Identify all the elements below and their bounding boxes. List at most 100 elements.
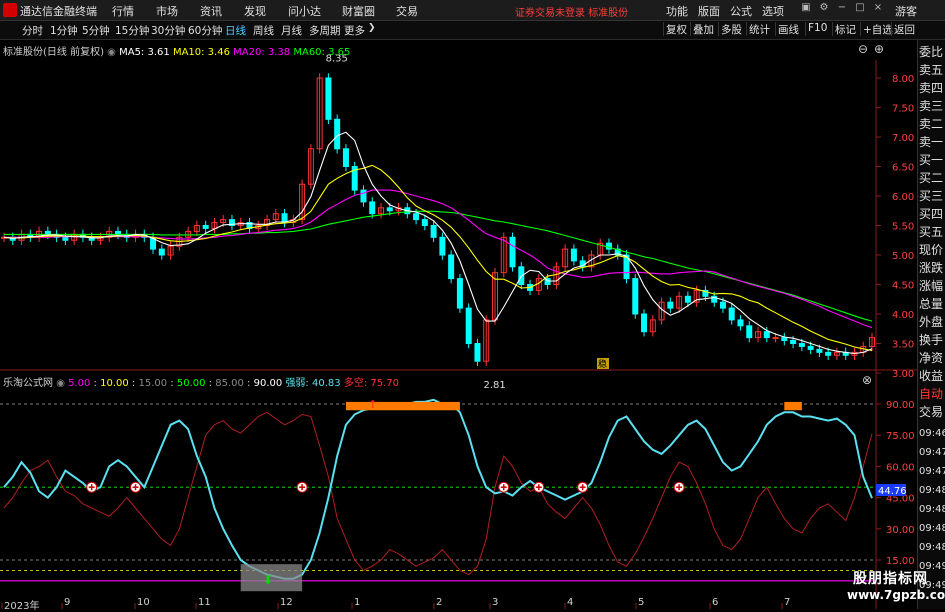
period-60min[interactable]: 60分钟 <box>188 23 222 38</box>
candle-body <box>728 307 735 321</box>
menu-gongneng[interactable]: 功能 <box>666 3 688 19</box>
btn-fanhui[interactable]: 返回 <box>891 22 917 36</box>
zoom-in-icon[interactable]: ⊕ <box>874 42 884 56</box>
kline-legend: 标准股份(日线 前复权) ◉ MA5: 3.61 MA10: 3.46 MA20… <box>3 43 350 58</box>
btn-f10[interactable]: F10 <box>805 22 829 36</box>
cross-signal-icon <box>673 481 685 493</box>
btn-zixuan[interactable]: +自选 <box>860 22 895 36</box>
x-label-3: 11 <box>198 597 211 608</box>
menu-wenxiaoda[interactable]: 问小达 <box>288 3 321 19</box>
indicator-tick-label: 60.00 <box>886 462 915 473</box>
period-more-chevron-icon[interactable]: ❯ <box>368 23 376 33</box>
sidebar-item-20[interactable]: 交易 <box>919 404 945 421</box>
period-monthly[interactable]: 月线 <box>281 23 302 38</box>
period-5min[interactable]: 5分钟 <box>82 23 110 38</box>
period-weekly[interactable]: 周线 <box>253 23 274 38</box>
sidebar-item-19[interactable]: 自动 <box>919 386 945 403</box>
btn-duogu[interactable]: 多股 <box>718 22 744 36</box>
price-tick-label: 6.00 <box>892 192 914 203</box>
price-tick-label: 7.00 <box>892 133 914 144</box>
settings-icon[interactable]: ⚙ <box>818 2 830 16</box>
sidebar-item-7: 买二 <box>919 171 944 185</box>
candle-body <box>325 77 332 120</box>
chart-area[interactable]: 8.35 2.81 稳 8.007.507.006.506.005.505.00… <box>0 40 917 609</box>
app-logo-icon <box>3 3 17 17</box>
menu-hangqing[interactable]: 行情 <box>112 3 134 19</box>
sidebar-item-4: 卖二 <box>919 117 944 131</box>
zoom-out-icon[interactable]: ⊖ <box>858 42 868 56</box>
indicator-tick-label: 90.00 <box>886 400 915 411</box>
price-tick-label: 5.00 <box>892 251 914 262</box>
btn-tongji[interactable]: 统计 <box>746 22 772 36</box>
sidebar-item-1: 卖五 <box>919 63 944 77</box>
btn-fuquan[interactable]: 复权 <box>663 22 689 36</box>
candle-body <box>465 307 472 345</box>
guest-label[interactable]: 游客 <box>895 3 917 19</box>
price-tick-label: 8.00 <box>892 74 914 85</box>
candle-body <box>62 236 69 241</box>
dk-label: 多空: <box>343 378 368 389</box>
candle-body <box>763 331 770 339</box>
period-15min[interactable]: 15分钟 <box>115 23 149 38</box>
candle-body <box>509 236 516 268</box>
ma20-line <box>4 189 873 329</box>
strong-label: 强弱: <box>285 378 309 389</box>
candle-body <box>456 278 463 309</box>
cross-signal-icon <box>577 481 589 493</box>
sidebar-item-3: 卖三 <box>919 99 944 113</box>
period-30min[interactable]: 30分钟 <box>151 23 185 38</box>
menu-banmian[interactable]: 版面 <box>698 3 720 19</box>
dk-value: 75.70 <box>370 378 400 389</box>
indicator-legend: 乐淘公式网 ◉ 5.00 : 10.00 : 15.00 : 50.00 : 8… <box>3 378 400 389</box>
minimize-icon[interactable]: − <box>836 2 848 16</box>
sidebar-time-0: 09:46 <box>919 428 945 439</box>
close-icon[interactable]: × <box>872 2 884 16</box>
menu-shichang[interactable]: 市场 <box>156 3 178 19</box>
indicator-toggle-icon[interactable]: ◉ <box>56 378 65 389</box>
candle-body <box>474 343 481 362</box>
candle-body <box>719 301 726 309</box>
menu-jiaoyi[interactable]: 交易 <box>396 3 418 19</box>
sidebar-item-8: 买三 <box>919 189 944 203</box>
candles <box>1 73 875 366</box>
price-axis: 8.00 7.50 7.00 6.50 6.00 5.50 5.00 4.50 4.00 3.50… <box>876 74 914 380</box>
cross-signal-icon <box>86 481 98 493</box>
candle-body <box>825 351 832 356</box>
period-fenshi[interactable]: 分时 <box>22 23 43 38</box>
indicator-name: 乐淘公式网 <box>3 378 53 389</box>
menu-gongshi[interactable]: 公式 <box>730 3 752 19</box>
candle-body <box>737 319 744 327</box>
candle-body <box>202 225 209 229</box>
x-label-7: 3 <box>492 597 499 608</box>
x-label-4: 12 <box>280 597 293 608</box>
maximize-icon[interactable]: □ <box>854 2 866 16</box>
period-more[interactable]: 更多 <box>344 23 365 38</box>
period-1min[interactable]: 1分钟 <box>50 23 78 38</box>
btn-diejia[interactable]: 叠加 <box>690 22 716 36</box>
menu-xuanxiang[interactable]: 选项 <box>762 3 784 19</box>
candle-body <box>798 343 805 347</box>
candle-body <box>641 313 648 333</box>
stable-marker: 稳 <box>598 358 607 370</box>
stock-name-legend: 标准股份(日线 前复权) <box>3 47 104 58</box>
current-value: 44.76 <box>878 486 907 497</box>
login-warning[interactable]: 证券交易未登录 标准股份 <box>515 4 628 19</box>
menu-faxian[interactable]: 发现 <box>244 3 266 19</box>
btn-biaoji[interactable]: 标记 <box>832 22 858 36</box>
candle-body <box>807 345 814 350</box>
skin-icon[interactable]: ▣ <box>800 2 812 16</box>
period-multi[interactable]: 多周期 <box>309 23 341 38</box>
btn-huaxian[interactable]: 画线 <box>775 22 801 36</box>
pane-close-icon[interactable]: ⊗ <box>862 373 872 387</box>
price-tick-label: 6.50 <box>892 163 914 174</box>
menu-caifuquan[interactable]: 财富圈 <box>342 3 375 19</box>
candle-body <box>667 301 674 309</box>
strong-value: 40.83 <box>312 378 341 389</box>
legend-toggle-icon[interactable]: ◉ <box>107 47 116 58</box>
period-daily[interactable]: 日线 <box>225 23 246 38</box>
candle-body <box>439 236 446 256</box>
menu-zixun[interactable]: 资讯 <box>200 3 222 19</box>
price-tick-label: 3.50 <box>892 340 914 351</box>
sidebar-item-9: 买四 <box>919 207 944 221</box>
candle-body <box>632 278 639 315</box>
